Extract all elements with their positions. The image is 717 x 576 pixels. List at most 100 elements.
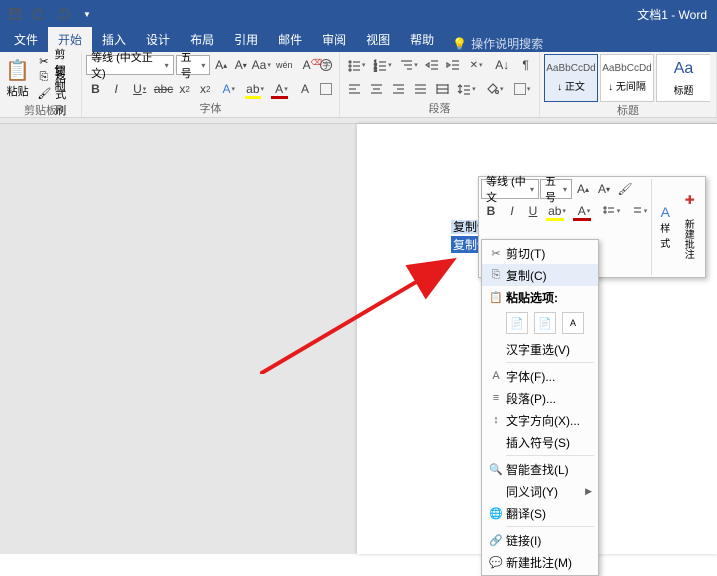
mini-shrink-font[interactable]: A▾ [594,179,614,199]
tab-file[interactable]: 文件 [4,27,48,52]
paste-merge[interactable]: 📄 [534,312,556,334]
mini-underline[interactable]: U [523,201,543,221]
superscript-button[interactable]: x2 [196,79,215,99]
decrease-indent-button[interactable] [423,55,442,75]
paste-text-only[interactable]: A [562,312,584,334]
clipboard-group-label: 剪贴板 [4,102,77,119]
cm-font[interactable]: A 字体(F)... [482,365,598,387]
mini-font-color[interactable]: A▾ [571,201,597,221]
style-heading[interactable]: Aa 标题 [656,54,710,102]
tell-me-search[interactable]: 操作说明搜索 [452,35,543,52]
mini-numbering[interactable]: ▾ [625,201,651,221]
mini-styles-button[interactable]: A 样式 [656,204,675,250]
style-name: 标题 [674,82,694,97]
shading-button[interactable]: ▾ [481,79,507,99]
increase-indent-button[interactable] [443,55,462,75]
underline-button[interactable]: U▾ [128,79,152,99]
document-area: 复制快 复制快捷键是什么 等线 (中文▾ 五号▾ A▴ A▾ 🖌 B I U a… [0,124,717,554]
distributed-icon [435,82,449,96]
style-no-spacing[interactable]: AaBbCcDd ↓ 无间隔 [600,54,654,102]
multilevel-icon [399,58,413,72]
clear-formatting-button[interactable]: A⌫ [298,55,316,75]
align-left-button[interactable] [344,79,364,99]
borders-button[interactable]: ▾ [509,79,535,99]
mini-font-name[interactable]: 等线 (中文▾ [481,179,539,199]
redo-button[interactable] [52,3,74,25]
text-effects-button[interactable]: A▾ [217,79,241,99]
style-normal[interactable]: AaBbCcDd ↓ 正文 [544,54,598,102]
indent-icon [446,58,460,72]
mini-font-size[interactable]: 五号▾ [540,179,572,199]
change-case-button[interactable]: Aa▾ [252,55,271,75]
numbering-button[interactable]: 123▾ [370,55,394,75]
cm-text-direction[interactable]: ↕ 文字方向(X)... [482,409,598,431]
format-painter-button[interactable]: 🖌 格式刷 [35,86,77,101]
paste-button[interactable]: 📋 粘贴 [4,54,31,102]
paste-keep-source[interactable]: 📄 [506,312,528,334]
font-color-button[interactable]: A▾ [269,79,293,99]
svg-text:3: 3 [374,68,377,72]
undo-button[interactable] [28,3,50,25]
line-spacing-button[interactable]: ▾ [453,79,479,99]
justify-button[interactable] [410,79,430,99]
scissors-icon: ✂ [37,55,50,68]
highlight-button[interactable]: ab▾ [243,79,267,99]
style-name: ↓ 正文 [557,78,585,93]
clipboard-icon: 📋 [5,58,30,83]
bold-button[interactable]: B [86,79,105,99]
cm-smart-lookup[interactable]: 🔍 智能查找(L) [482,458,598,480]
tab-view[interactable]: 视图 [356,27,400,52]
character-border-button[interactable] [316,79,335,99]
brush-icon: 🖌 [37,87,51,100]
mini-bullets[interactable]: ▾ [598,201,624,221]
cm-paste-options-label: 📋 粘贴选项: [482,286,598,308]
document-title: 文档1 - Word [637,6,707,23]
mini-grow-font[interactable]: A▴ [573,179,593,199]
cm-synonyms[interactable]: 同义词(Y) ▶ [482,480,598,502]
mini-highlight[interactable]: ab▾ [544,201,570,221]
bullets-icon [347,58,361,72]
cm-cut[interactable]: ✂ 剪切(T) [482,242,598,264]
mini-bold[interactable]: B [481,201,501,221]
lightbulb-icon [452,37,467,51]
tab-help[interactable]: 帮助 [400,27,444,52]
qat-customize-button[interactable]: ▼ [76,3,98,25]
font-name-combo[interactable]: 等线 (中文正文)▾ [86,55,174,75]
cm-chinese-reselect[interactable]: 汉字重选(V) [482,338,598,360]
save-icon [8,7,22,21]
cm-insert-symbol[interactable]: 插入符号(S) [482,431,598,453]
tab-mailings[interactable]: 邮件 [268,27,312,52]
distributed-button[interactable] [432,79,452,99]
search-icon: 🔍 [486,463,506,476]
cm-paragraph[interactable]: ≡ 段落(P)... [482,387,598,409]
sort-button[interactable]: A↓ [490,55,514,75]
grow-font-button[interactable]: A▴ [212,55,230,75]
mini-format-painter[interactable]: 🖌 [615,179,635,199]
character-shading-button[interactable]: A [296,79,315,99]
outdent-icon [425,58,439,72]
cm-translate[interactable]: 🌐 翻译(S) [482,502,598,524]
align-right-button[interactable] [388,79,408,99]
show-marks-button[interactable]: ¶ [516,55,535,75]
strikethrough-button[interactable]: abc [154,79,173,99]
font-size-combo[interactable]: 五号▾ [176,55,211,75]
phonetic-guide-button[interactable]: wén [273,55,296,75]
multilevel-list-button[interactable]: ▾ [396,55,420,75]
cm-link[interactable]: 🔗 链接(I) [482,529,598,551]
italic-button[interactable]: I [107,79,126,99]
paragraph-group-label: 段落 [344,100,535,117]
shrink-font-button[interactable]: A▾ [232,55,250,75]
asian-layout-button[interactable]: ✕▾ [464,55,488,75]
mini-new-comment-button[interactable]: ✚ 新建 批注 [681,179,700,275]
save-button[interactable] [4,3,26,25]
bullets-button[interactable]: ▾ [344,55,368,75]
cm-copy[interactable]: ⎘ 复制(C) [482,264,598,286]
tab-references[interactable]: 引用 [224,27,268,52]
mini-italic[interactable]: I [502,201,522,221]
link-icon: 🔗 [486,534,506,547]
group-clipboard: 📋 粘贴 ✂ 剪切 ⎘ 复制 🖌 格式刷 剪贴板 [0,52,82,117]
cm-new-comment[interactable]: 💬 新建批注(M) [482,551,598,573]
tab-review[interactable]: 审阅 [312,27,356,52]
align-center-button[interactable] [366,79,386,99]
subscript-button[interactable]: x2 [175,79,194,99]
